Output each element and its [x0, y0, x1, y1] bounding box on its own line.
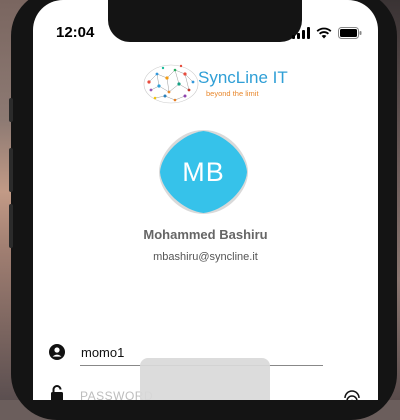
status-icons: [292, 26, 362, 44]
logo-tagline: beyond the limit: [206, 89, 259, 98]
signal-icon: [292, 26, 310, 44]
volume-down-button: [9, 204, 13, 248]
app-screen: 12:04 SyncLine IT beyond the limit MB Mo…: [33, 0, 378, 400]
keyboard-overlay: [140, 358, 270, 400]
company-logo: SyncLine IT beyond the limit: [141, 60, 288, 106]
status-time: 12:04: [56, 24, 95, 41]
user-email: mbashiru@syncline.it: [153, 251, 258, 263]
avatar: MB: [157, 128, 250, 216]
username-field[interactable]: momo1: [81, 345, 124, 360]
mute-switch: [9, 98, 13, 122]
avatar-initials: MB: [182, 156, 225, 187]
notch: [108, 0, 302, 42]
user-icon: [49, 344, 65, 365]
volume-up-button: [9, 148, 13, 192]
brain-logo-icon: [143, 64, 199, 104]
logo-name: SyncLine IT: [198, 68, 288, 87]
fingerprint-icon[interactable]: [342, 390, 362, 400]
wifi-icon: [316, 26, 332, 44]
user-name: Mohammed Bashiru: [143, 227, 268, 242]
lock-icon: [50, 384, 64, 400]
battery-icon: [338, 26, 362, 44]
